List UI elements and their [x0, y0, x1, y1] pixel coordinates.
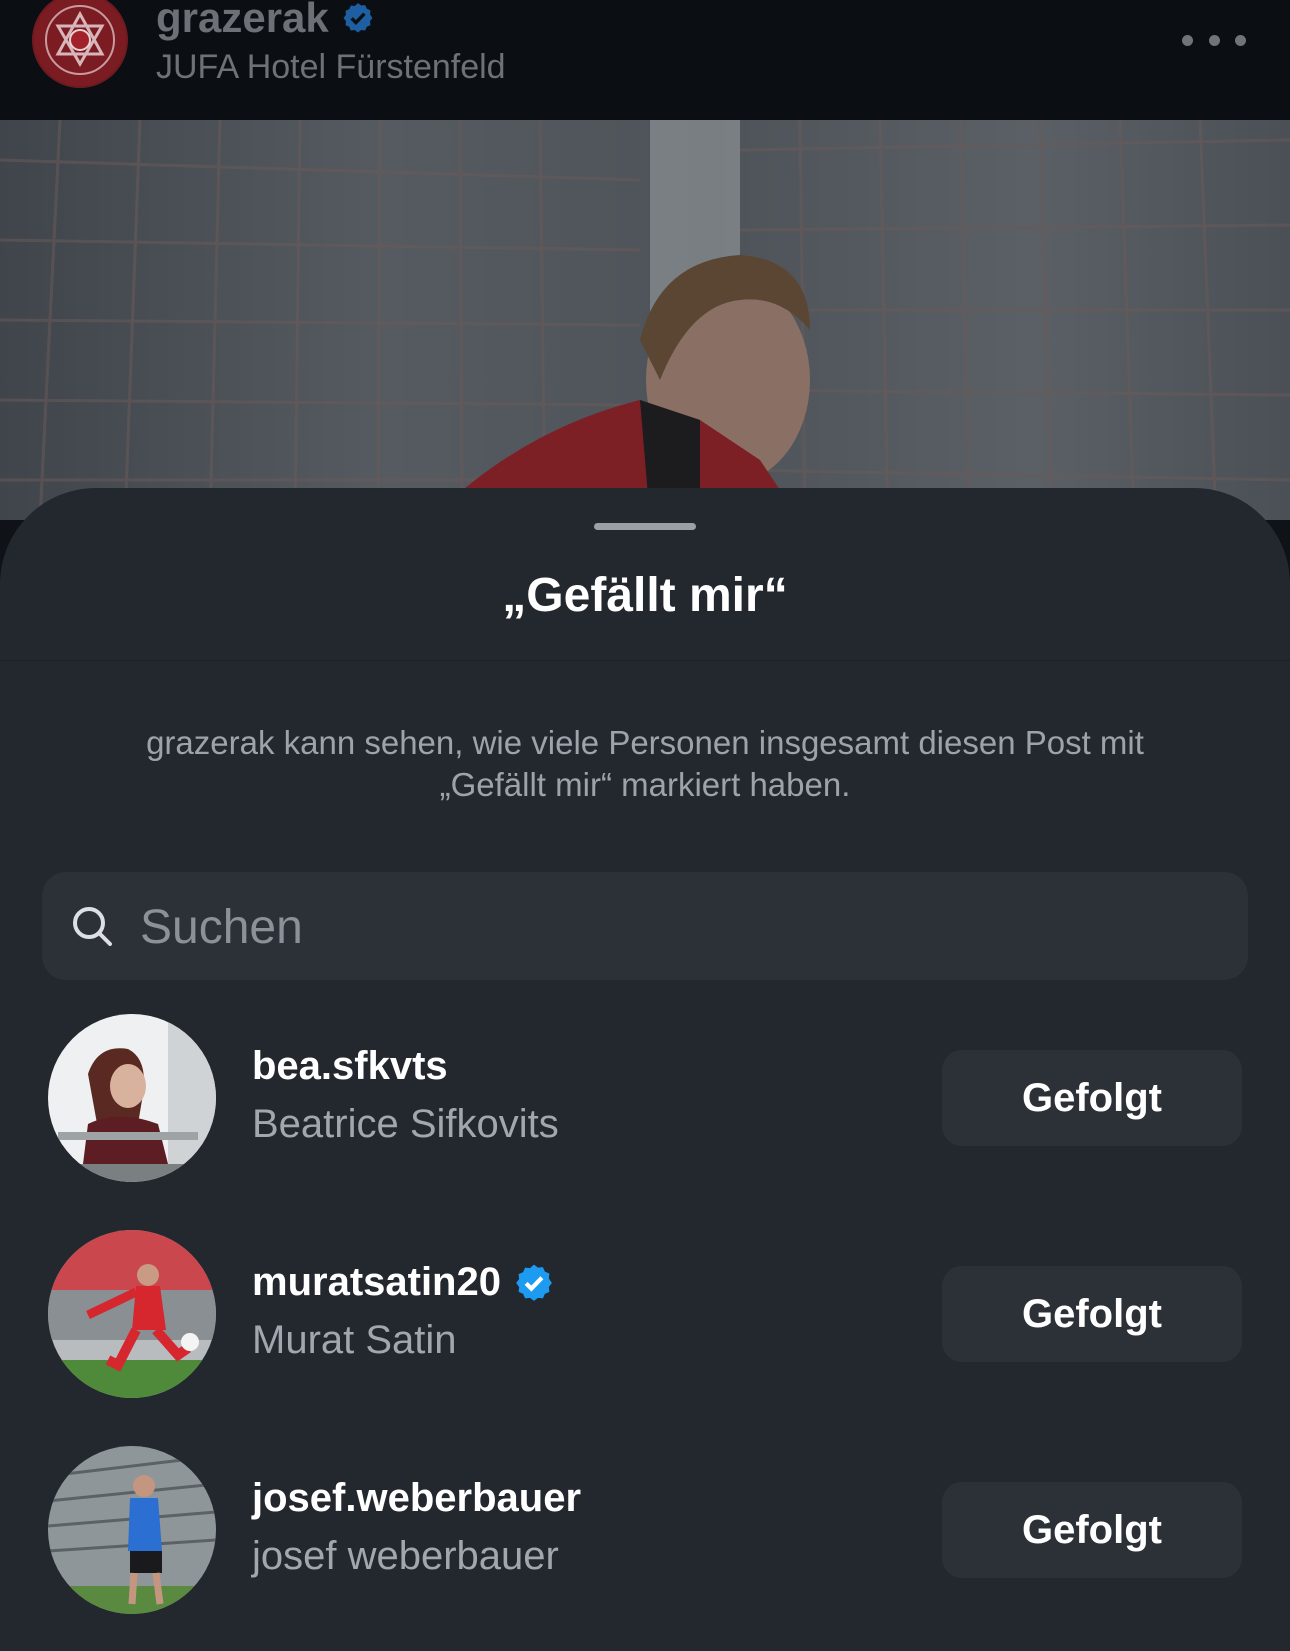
list-item[interactable]: josef.weberbauer josef weberbauer Gefolg… — [0, 1446, 1290, 1616]
sheet-grabber[interactable] — [594, 523, 696, 530]
following-button[interactable]: Gefolgt — [942, 1482, 1242, 1578]
username-text: bea.sfkvts — [252, 1044, 448, 1088]
post-image — [0, 120, 1290, 520]
dot — [1182, 34, 1193, 46]
verified-icon — [516, 1264, 552, 1301]
following-button[interactable]: Gefolgt — [942, 1266, 1242, 1362]
verified-icon — [343, 3, 373, 33]
list-item[interactable]: muratsatin20 Murat Satin Gefolgt — [0, 1230, 1290, 1400]
post-username[interactable]: grazerak — [156, 0, 375, 42]
avatar[interactable] — [48, 1230, 216, 1398]
post-header: grazerak JUFA Hotel Fürstenfeld — [0, 0, 1290, 120]
dot — [1235, 34, 1246, 46]
following-button[interactable]: Gefolgt — [942, 1050, 1242, 1146]
search-input[interactable] — [138, 890, 1222, 964]
full-name: josef weberbauer — [252, 1534, 559, 1578]
avatar[interactable] — [48, 1446, 216, 1614]
likes-sheet: „Gefällt mir“ grazerak kann sehen, wie v… — [0, 488, 1290, 1651]
avatar[interactable] — [48, 1014, 216, 1182]
club-avatar[interactable] — [32, 0, 128, 88]
post-username-text: grazerak — [156, 0, 329, 41]
search-icon — [73, 907, 112, 946]
list-item[interactable]: bea.sfkvts Beatrice Sifkovits Gefolgt — [0, 1014, 1290, 1184]
sheet-title: „Gefällt mir“ — [502, 569, 788, 622]
dot — [1208, 34, 1220, 46]
username[interactable]: bea.sfkvts — [252, 1044, 448, 1089]
post-location[interactable]: JUFA Hotel Fürstenfeld — [156, 48, 506, 87]
username-text: josef.weberbauer — [252, 1476, 582, 1520]
search-bar[interactable] — [42, 872, 1248, 980]
username[interactable]: muratsatin20 — [252, 1260, 555, 1305]
username-text: muratsatin20 — [252, 1260, 501, 1304]
full-name: Murat Satin — [252, 1318, 457, 1362]
full-name: Beatrice Sifkovits — [252, 1102, 559, 1146]
divider — [0, 660, 1290, 661]
username[interactable]: josef.weberbauer — [252, 1476, 581, 1521]
more-options-icon[interactable] — [1182, 20, 1246, 60]
likes-info-text: grazerak kann sehen, wie viele Personen … — [146, 724, 1144, 803]
